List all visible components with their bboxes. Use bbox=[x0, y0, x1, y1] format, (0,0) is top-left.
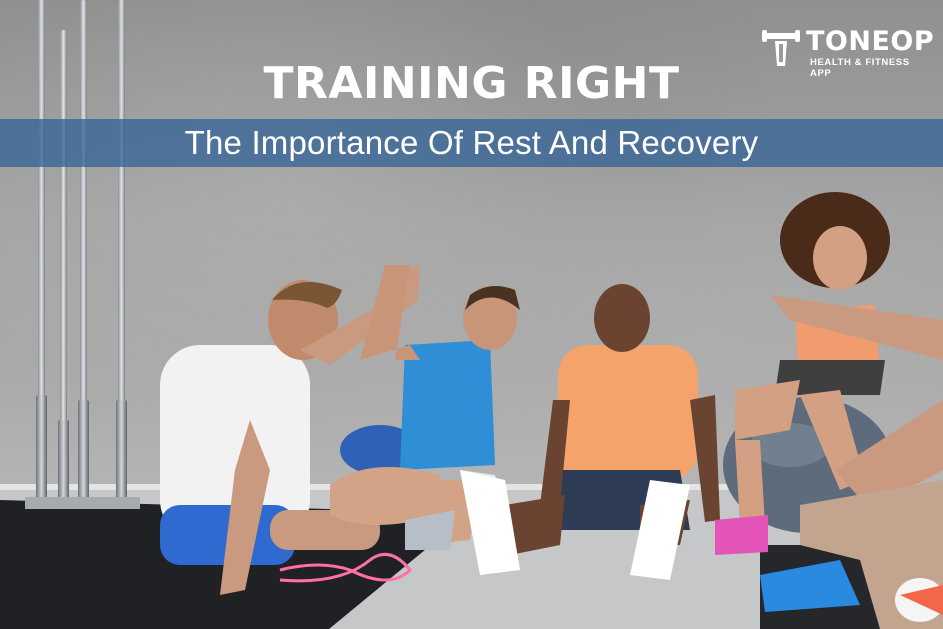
toneop-logo-icon bbox=[762, 30, 800, 66]
hero-image: TRAINING RIGHT The Importance Of Rest An… bbox=[0, 0, 943, 629]
brand-logo: TONEOP HEALTH & FITNESS APP bbox=[762, 26, 935, 79]
brand-name: TONEOP bbox=[806, 26, 935, 57]
brand-tagline: HEALTH & FITNESS APP bbox=[810, 57, 910, 79]
jump-rope bbox=[279, 552, 413, 583]
page-subtitle: The Importance Of Rest And Recovery bbox=[184, 124, 759, 161]
